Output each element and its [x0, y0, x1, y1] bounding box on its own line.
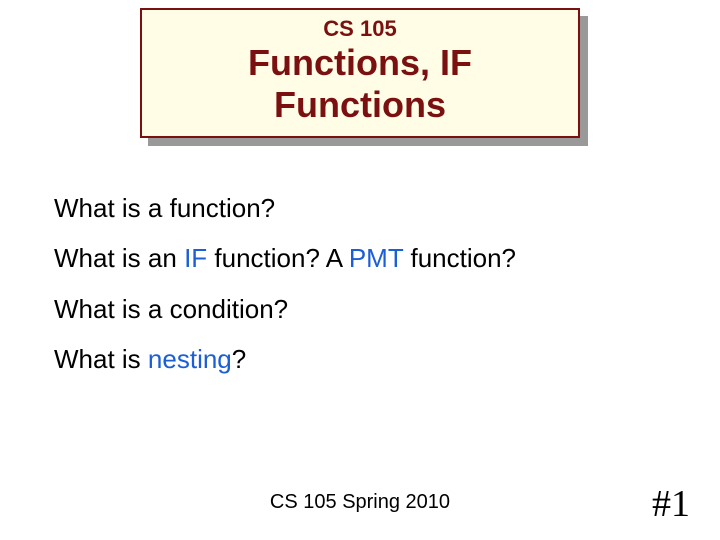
text-fragment: function?	[403, 243, 516, 273]
title-box: CS 105 Functions, IF Functions	[140, 8, 580, 138]
bullet-line-1: What is a function?	[54, 190, 666, 226]
slide-number: #1	[652, 482, 690, 526]
content-area: What is a function? What is an IF functi…	[54, 190, 666, 392]
text-fragment: What is	[54, 344, 148, 374]
bullet-line-3: What is a condition?	[54, 291, 666, 327]
title-container: CS 105 Functions, IF Functions	[140, 8, 580, 138]
bullet-line-2: What is an IF function? A PMT function?	[54, 240, 666, 276]
text-fragment: What is an	[54, 243, 184, 273]
keyword-nesting: nesting	[148, 344, 232, 374]
bullet-line-4: What is nesting?	[54, 341, 666, 377]
keyword-if: IF	[184, 243, 207, 273]
slide-title: Functions, IF Functions	[182, 42, 538, 126]
keyword-pmt: PMT	[349, 243, 403, 273]
footer-text: CS 105 Spring 2010	[0, 491, 720, 514]
text-fragment: ?	[232, 344, 246, 374]
text-fragment: function? A	[207, 243, 349, 273]
course-code: CS 105	[182, 16, 538, 42]
